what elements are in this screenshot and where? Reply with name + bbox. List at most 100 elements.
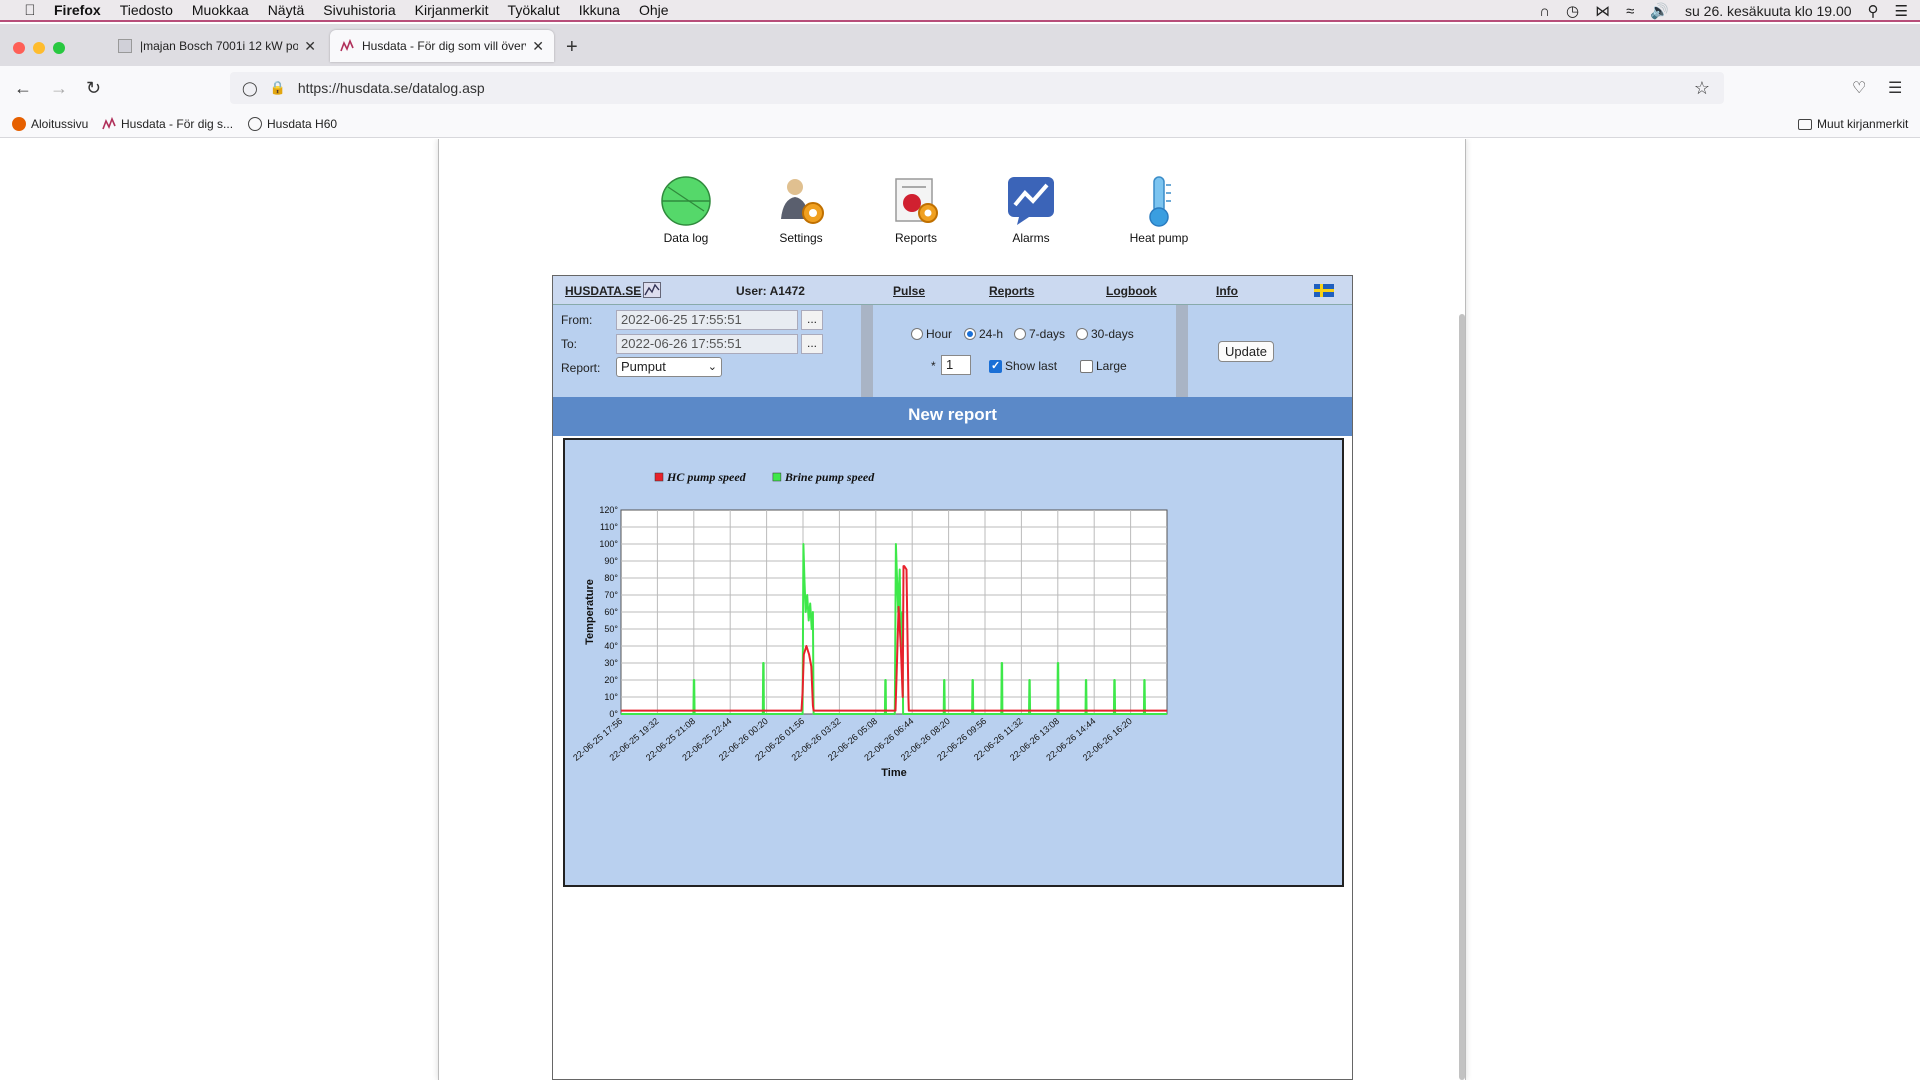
- radio-7days[interactable]: [1014, 328, 1026, 340]
- tracking-protection-icon[interactable]: ◯: [242, 80, 258, 97]
- tab-bosch[interactable]: |majan Bosch 7001i 12 kW pohje ✕: [108, 30, 326, 62]
- zoom-window-button[interactable]: [53, 42, 65, 54]
- husdata-favicon-icon: [340, 39, 354, 52]
- from-date-picker-button[interactable]: ...: [801, 310, 823, 330]
- reports-label: Reports: [894, 231, 938, 245]
- update-button[interactable]: Update: [1218, 341, 1274, 362]
- app-menu-icon[interactable]: ☰: [1888, 78, 1902, 98]
- menu-tiedosto[interactable]: Tiedosto: [120, 2, 173, 18]
- menu-status-area: ∩ ◷ ⋈ ≈ 🔊 su 26. kesäkuuta klo 19.00 ⚲ ☰: [1539, 0, 1908, 22]
- browser-nav-bar: ← → ↻ ◯ 🔒 https://husdata.se/datalog.asp…: [0, 66, 1920, 112]
- time-machine-icon[interactable]: ◷: [1566, 2, 1579, 20]
- panel-top-nav: HUSDATA.SE User: A1472 Pulse Reports Log…: [553, 276, 1352, 305]
- menu-ohje[interactable]: Ohje: [639, 2, 669, 18]
- bookmark-aloitussivu[interactable]: Aloitussivu: [12, 117, 88, 131]
- range-24h-option[interactable]: 24-h: [964, 327, 1003, 341]
- volume-icon[interactable]: 🔊: [1650, 2, 1669, 20]
- bookmark-label: Husdata - För dig s...: [121, 117, 234, 131]
- menu-ikkuna[interactable]: Ikkuna: [579, 2, 620, 18]
- report-controls: From: 2022-06-25 17:55:51 ... To: 2022-0…: [553, 305, 1352, 397]
- control-center-icon[interactable]: ☰: [1895, 2, 1908, 20]
- radio-24h[interactable]: [964, 328, 976, 340]
- wifi-icon[interactable]: ≈: [1626, 3, 1634, 20]
- menu-sivuhistoria[interactable]: Sivuhistoria: [323, 2, 395, 18]
- show-last-option[interactable]: Show last: [989, 359, 1057, 373]
- heat-pump-button[interactable]: Heat pump: [1109, 175, 1209, 245]
- report-select-value: Pumput: [621, 359, 666, 374]
- reports-button[interactable]: Reports: [866, 175, 966, 245]
- bluetooth-icon[interactable]: ⋈: [1595, 2, 1610, 20]
- close-tab-icon[interactable]: ✕: [532, 38, 544, 55]
- settings-label: Settings: [779, 231, 823, 245]
- menu-muokkaa[interactable]: Muokkaa: [192, 2, 249, 18]
- nav-pulse-link[interactable]: Pulse: [893, 284, 925, 298]
- macos-menu-bar:  Firefox Tiedosto Muokkaa Näytä Sivuhis…: [0, 0, 1920, 22]
- forward-button[interactable]: →: [50, 78, 68, 99]
- menu-clock[interactable]: su 26. kesäkuuta klo 19.00: [1685, 3, 1852, 19]
- large-option[interactable]: Large: [1080, 359, 1127, 373]
- menu-tyokalut[interactable]: Työkalut: [508, 2, 560, 18]
- bookmark-husdata-h60[interactable]: Husdata H60: [248, 117, 337, 131]
- y-tick-label: 110°: [600, 522, 618, 532]
- minimize-window-button[interactable]: [33, 42, 45, 54]
- nav-info-link[interactable]: Info: [1216, 284, 1238, 298]
- address-bar[interactable]: ◯ 🔒 https://husdata.se/datalog.asp ☆: [230, 72, 1724, 104]
- nav-logbook-link[interactable]: Logbook: [1106, 284, 1157, 298]
- legend-label-hc: HC pump speed: [666, 470, 747, 484]
- y-tick-label: 70°: [604, 590, 618, 600]
- y-tick-label: 40°: [604, 641, 618, 651]
- spotlight-search-icon[interactable]: ⚲: [1868, 2, 1879, 20]
- multiplier-input[interactable]: 1: [941, 355, 971, 375]
- show-last-checkbox[interactable]: [989, 359, 1002, 373]
- range-24h-label: 24-h: [979, 327, 1004, 341]
- large-checkbox[interactable]: [1080, 359, 1093, 373]
- husdata-favicon-icon: [102, 117, 116, 130]
- range-30days-option[interactable]: 30-days: [1076, 327, 1134, 341]
- url-text[interactable]: https://husdata.se/datalog.asp: [298, 80, 485, 96]
- y-axis-title: Temperature: [584, 579, 596, 645]
- radio-hour[interactable]: [911, 328, 923, 340]
- range-hour-option[interactable]: Hour: [911, 327, 952, 341]
- reports-icon: [895, 178, 938, 223]
- close-window-button[interactable]: [13, 42, 25, 54]
- data-log-button[interactable]: Data log: [636, 175, 736, 245]
- page-container: Data log Settings Reports Alarms Heat pu…: [438, 139, 1466, 1080]
- new-tab-button[interactable]: +: [566, 36, 578, 59]
- husdata-logo[interactable]: HUSDATA.SE: [565, 284, 641, 298]
- lock-icon[interactable]: 🔒: [270, 80, 286, 96]
- to-date-input[interactable]: 2022-06-26 17:55:51: [616, 334, 798, 354]
- alarms-button[interactable]: Alarms: [981, 175, 1081, 245]
- bookmark-star-icon[interactable]: ☆: [1694, 78, 1710, 99]
- bookmark-husdata[interactable]: Husdata - För dig s...: [102, 117, 233, 131]
- range-7days-option[interactable]: 7-days: [1014, 327, 1065, 341]
- page-viewport: Data log Settings Reports Alarms Heat pu…: [0, 139, 1920, 1080]
- settings-icon: [781, 179, 824, 224]
- other-bookmarks[interactable]: Muut kirjanmerkit: [1798, 117, 1908, 131]
- y-tick-label: 100°: [599, 539, 618, 549]
- back-button[interactable]: ←: [14, 78, 32, 99]
- controls-divider: [1176, 305, 1188, 397]
- antenna-icon[interactable]: ∩: [1539, 3, 1550, 20]
- to-date-picker-button[interactable]: ...: [801, 334, 823, 354]
- nav-reports-link[interactable]: Reports: [989, 284, 1034, 298]
- range-7days-label: 7-days: [1029, 327, 1066, 341]
- bookmarks-bar: Aloitussivu Husdata - För dig s... Husda…: [0, 112, 1920, 138]
- close-tab-icon[interactable]: ✕: [304, 38, 316, 55]
- y-tick-label: 30°: [604, 658, 618, 668]
- radio-30days[interactable]: [1076, 328, 1088, 340]
- apple-icon[interactable]: : [20, 2, 40, 19]
- menu-app-firefox[interactable]: Firefox: [54, 2, 101, 18]
- from-date-input[interactable]: 2022-06-25 17:55:51: [616, 310, 798, 330]
- reload-button[interactable]: ↻: [86, 78, 101, 99]
- report-select[interactable]: Pumput ⌄: [616, 357, 722, 377]
- settings-button[interactable]: Settings: [751, 175, 851, 245]
- menu-nayta[interactable]: Näytä: [268, 2, 305, 18]
- window-controls: [13, 42, 65, 54]
- swedish-flag-icon[interactable]: [1314, 284, 1334, 297]
- pocket-icon[interactable]: ♡: [1852, 78, 1866, 98]
- report-title: New report: [908, 405, 997, 424]
- tab-husdata[interactable]: Husdata - För dig som vill överv ✕: [330, 30, 554, 62]
- firefox-icon: [12, 117, 26, 131]
- menu-kirjanmerkit[interactable]: Kirjanmerkit: [415, 2, 489, 18]
- page-scrollbar[interactable]: [1459, 314, 1465, 1080]
